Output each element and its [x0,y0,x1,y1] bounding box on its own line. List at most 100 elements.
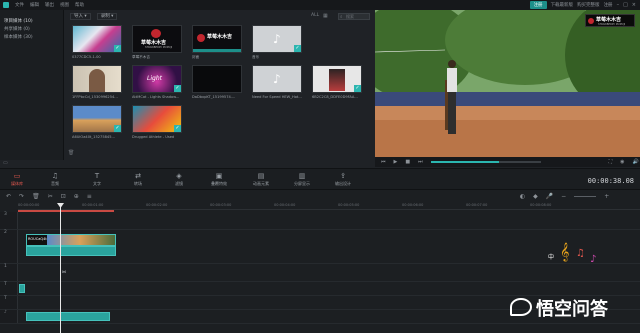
cut-icon[interactable]: ✂ [48,193,53,200]
media-thumb-8[interactable]: ♪ [252,65,302,93]
top-right-actions: 注册 下载最新版 购买完整版 注册 – □ × [529,0,640,10]
tree-item-project-media[interactable]: 项目媒体 (10) [0,17,63,25]
used-check-icon: ✓ [174,125,181,132]
tree-item-shared-media[interactable]: 共享媒体 (0) [0,25,63,33]
time-ruler[interactable]: 00:00:00:00 00:00:01:00 00:00:02:00 00:0… [18,202,640,210]
fullscreen-icon[interactable]: ⛶ [609,159,613,165]
audio-clip[interactable] [26,312,110,321]
maximize-icon[interactable]: □ [623,2,628,8]
media-caption-5: 1FFPbcCd_1530996254... [72,95,118,99]
media-thumb-7[interactable] [192,65,242,93]
main-toolbar: ▭ 媒体库 ♫ 音频 T 文字 ⇄ 转场 ◈ 滤镜 ▣ 叠覆特效 ▤ 动画元素 ▥ 分屏显示 ⇪… [0,168,640,190]
filter-icon: ◈ [176,172,182,180]
folder-icon: ▭ [13,172,21,180]
search-input[interactable]: ⌕ 搜索 [338,13,370,20]
menu-view[interactable]: 视图 [57,2,72,8]
used-check-icon: ✓ [174,85,181,92]
strawberry-logo-icon [588,18,594,24]
media-thumb-10[interactable]: ✓ [72,105,122,133]
media-library-panel: 导入 ▾ 录制 ▾ ALL ▦ ⌕ 搜索 ✓ 0377CDC5-1-00 草莓木… [64,10,374,160]
login-link[interactable]: 注册 [604,2,613,8]
mic-icon[interactable]: 🎤 [546,193,553,200]
zoom-slider[interactable] [574,195,597,197]
strawberry-logo-icon [151,29,161,38]
video-preview[interactable]: 草莓木木吉 STRAWBERRY MUMUJI [355,0,640,160]
tab-media[interactable]: ▭ 媒体库 [2,172,32,187]
grid-view-icon[interactable]: ▦ [323,13,328,19]
media-caption-11: Drugged Athlete - Used [132,135,175,139]
zoom-in-icon[interactable]: + [604,193,609,200]
media-thumb-4[interactable]: ♪ ✓ [252,25,302,53]
media-folder-tree: 项目媒体 (10) 共享媒体 (0) 样本媒体 (30) ▭ [0,10,64,166]
zoom-out-icon[interactable]: − [561,193,566,200]
treble-clef-icon: 𝄞 [560,242,570,261]
media-thumb-9[interactable]: ✓ [312,65,362,93]
media-thumb-3[interactable]: 草莓木木吉 [192,25,242,53]
menu-edit[interactable]: 编辑 [27,2,42,8]
watermark: 草莓木木吉 STRAWBERRY MUMUJI [585,14,635,27]
music-note-icon: ♪ [273,32,281,46]
add-folder-icon[interactable]: ▭ [3,160,8,166]
next-frame-icon[interactable]: ⏭ [418,159,423,165]
tab-text[interactable]: T 文字 [82,172,112,187]
media-caption-4: 音乐 [252,55,260,59]
undo-icon[interactable]: ↶ [6,193,11,200]
video-clip-audio[interactable] [26,246,116,256]
text-clip[interactable] [19,284,25,293]
play-icon[interactable]: ▶ [394,159,398,165]
tab-audio[interactable]: ♫ 音频 [40,172,70,187]
marker-icon[interactable]: ◆ [533,193,538,200]
timeline-tools: ↶ ↷ 🗑 ✂ ⊡ ⊕ ≡ ◐ ◆ 🎤 − + [0,190,640,202]
volume-icon[interactable]: 🔊 [633,159,639,165]
media-thumb-5[interactable] [72,65,122,93]
track-video-2: 2 ROUCaQ4t [0,230,640,264]
zoom-fit-icon[interactable]: ⊕ [74,193,79,200]
media-caption-1: 0377CDC5-1-00 [72,55,101,59]
record-dropdown[interactable]: 录制 ▾ [96,12,118,20]
media-caption-7: DaDbxpKT_15199574.... [192,95,236,99]
download-link[interactable]: 下载最新版 [551,2,574,8]
menu-help[interactable]: 帮助 [72,2,87,8]
media-caption-9: 6B2C2C8_DDFE0D9FAA... [312,95,358,99]
timecode-display: 00:00:38.08 [587,177,634,185]
close-icon[interactable]: × [632,2,636,8]
media-thumb-11[interactable]: ✓ [132,105,182,133]
media-thumb-1[interactable]: ✓ [72,25,122,53]
delete-icon[interactable]: 🗑 [68,150,74,156]
chat-bubble-icon [510,298,532,316]
tab-split-screen[interactable]: ▥ 分屏显示 [287,172,317,187]
tab-filters[interactable]: ◈ 滤镜 [164,172,194,187]
buy-link[interactable]: 购买完整版 [577,2,600,8]
music-icon: ♫ [51,172,59,180]
menu-export[interactable]: 输出 [42,2,57,8]
snapshot-icon[interactable]: ◉ [620,159,624,165]
track-video-3: 3 [0,212,640,230]
media-thumb-6[interactable]: Light ✓ [132,65,182,93]
timeline-panel: ↶ ↷ 🗑 ✂ ⊡ ⊕ ≡ ◐ ◆ 🎤 − + 00:00:00:00 00:0… [0,190,640,333]
tab-transition[interactable]: ⇄ 转场 [123,172,153,187]
video-clip[interactable]: ROUCaQ4t [26,234,116,246]
filter-all[interactable]: ALL [311,13,319,18]
register-button[interactable]: 注册 [529,1,547,9]
media-thumb-2[interactable]: 草莓木木吉 STRAWBERRY MUMUJI [132,25,182,53]
prev-frame-icon[interactable]: ⏮ [381,159,386,165]
tree-item-sample-media[interactable]: 样本媒体 (30) [0,33,63,41]
playhead[interactable] [60,205,61,333]
used-check-icon: ✓ [354,85,361,92]
minimize-icon[interactable]: – [617,2,620,8]
preview-controls: ⏮ ▶ ■ ⏭ ⛶ ◉ 🔊 [375,157,640,167]
adjust-icon[interactable]: ≡ [87,193,92,200]
render-icon[interactable]: ◐ [520,193,525,200]
redo-icon[interactable]: ↷ [19,193,24,200]
music-note-icon: ♫ [576,248,585,259]
crop-icon[interactable]: ⊡ [61,193,66,200]
tab-overlays[interactable]: ▣ 叠覆特效 [204,172,234,187]
tab-elements[interactable]: ▤ 动画元素 [246,172,276,187]
menu-file[interactable]: 文件 [12,2,27,8]
delete-clip-icon[interactable]: 🗑 [32,193,40,200]
used-check-icon: ✓ [114,125,121,132]
stop-icon[interactable]: ■ [405,159,410,165]
import-dropdown[interactable]: 导入 ▾ [70,12,91,20]
tab-export[interactable]: ⇪ 输出设计 [328,172,358,187]
preview-progress-bar[interactable] [430,161,541,163]
